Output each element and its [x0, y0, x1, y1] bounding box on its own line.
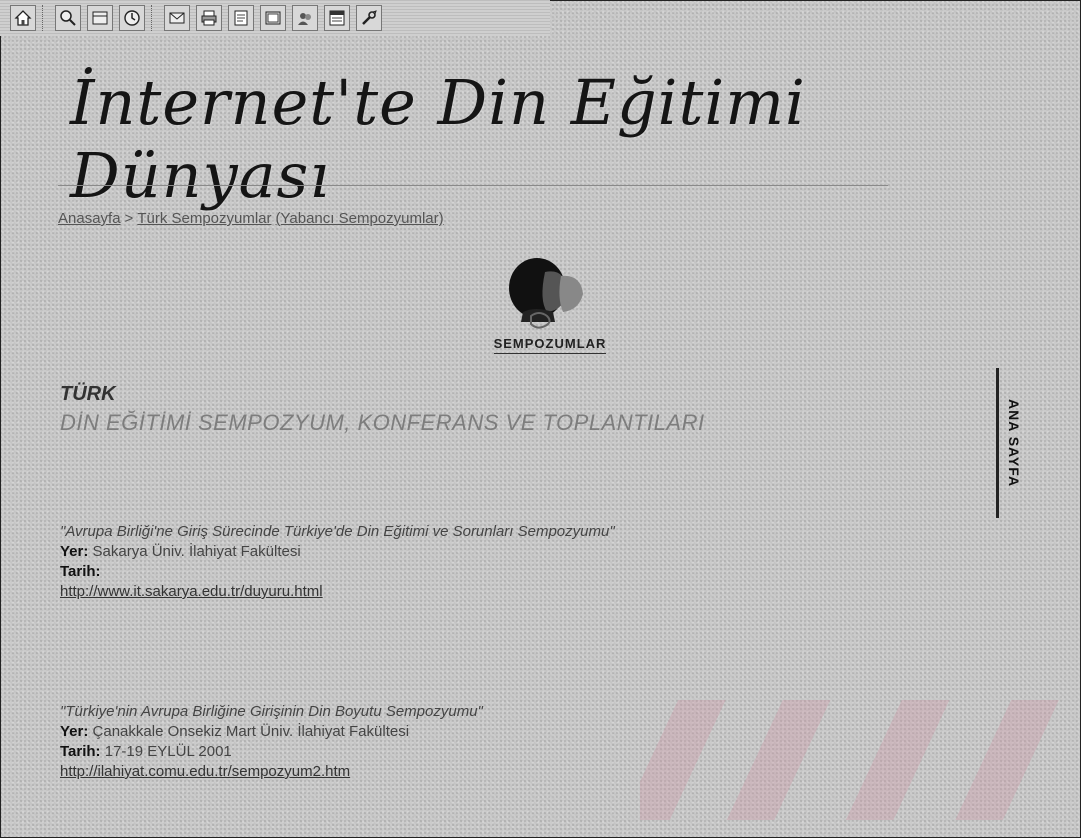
entry-link[interactable]: http://ilahiyat.comu.edu.tr/sempozyum2.h…	[60, 763, 350, 780]
side-nav-home[interactable]: ANA SAYFA	[996, 368, 1029, 518]
entry-title: "Avrupa Birliği'ne Giriş Sürecinde Türki…	[60, 523, 615, 540]
entry-date: Tarih:	[60, 562, 615, 582]
tools-icon[interactable]	[356, 5, 382, 31]
edit-icon[interactable]	[228, 5, 254, 31]
breadcrumb: Anasayfa > Türk Sempozyumlar (Yabancı Se…	[58, 210, 444, 227]
home-icon[interactable]	[10, 5, 36, 31]
mail-icon[interactable]	[164, 5, 190, 31]
entry-place-label: Yer:	[60, 543, 89, 560]
search-icon[interactable]	[55, 5, 81, 31]
entry-place-value: Çanakkale Onsekiz Mart Üniv. İlahiyat Fa…	[92, 723, 410, 740]
entry-place: Yer: Sakarya Üniv. İlahiyat Fakültesi	[60, 542, 615, 562]
section-heading: TÜRK	[60, 383, 116, 405]
site-title: İnternet'te Din Eğitimi Dünyası	[70, 66, 806, 212]
entry-place-value: Sakarya Üniv. İlahiyat Fakültesi	[92, 543, 301, 560]
favorites-icon[interactable]	[87, 5, 113, 31]
messenger-icon[interactable]	[292, 5, 318, 31]
page-icon[interactable]	[324, 5, 350, 31]
entry-place: Yer: Çanakkale Onsekiz Mart Üniv. İlahiy…	[60, 722, 483, 742]
entry-date: Tarih: 17-19 EYLÜL 2001	[60, 742, 483, 762]
symposium-entry: "Türkiye'nin Avrupa Birliğine Girişinin …	[60, 702, 483, 782]
breadcrumb-home-link[interactable]: Anasayfa	[58, 210, 121, 227]
breadcrumb-current-link[interactable]: Türk Sempozyumlar	[137, 210, 271, 227]
breadcrumb-foreign-link[interactable]: (Yabancı Sempozyumlar)	[276, 210, 444, 227]
print-icon[interactable]	[196, 5, 222, 31]
browser-toolbar	[0, 0, 550, 36]
section-subheading: DİN EĞİTİMİ SEMPOZYUM, KONFERANS VE TOPL…	[60, 410, 705, 435]
entry-place-label: Yer:	[60, 723, 89, 740]
side-nav-home-label[interactable]: ANA SAYFA	[1006, 399, 1022, 487]
logo-caption: SEMPOZUMLAR	[493, 336, 607, 354]
breadcrumb-separator: >	[124, 210, 134, 227]
symposium-logo: SEMPOZUMLAR	[465, 250, 635, 365]
toolbar-separator	[42, 5, 49, 31]
title-divider	[58, 185, 888, 186]
entry-link[interactable]: http://www.it.sakarya.edu.tr/duyuru.html	[60, 583, 323, 600]
toolbar-separator	[151, 5, 158, 31]
entry-date-label: Tarih:	[60, 563, 101, 580]
entry-date-value: 17-19 EYLÜL 2001	[104, 743, 232, 760]
symposium-entry: "Avrupa Birliği'ne Giriş Sürecinde Türki…	[60, 522, 615, 602]
entry-date-label: Tarih:	[60, 743, 101, 760]
entry-title: "Türkiye'nin Avrupa Birliğine Girişinin …	[60, 703, 483, 720]
discuss-icon[interactable]	[260, 5, 286, 31]
people-heads-icon	[509, 258, 583, 329]
background-decoration	[640, 700, 1060, 820]
history-icon[interactable]	[119, 5, 145, 31]
